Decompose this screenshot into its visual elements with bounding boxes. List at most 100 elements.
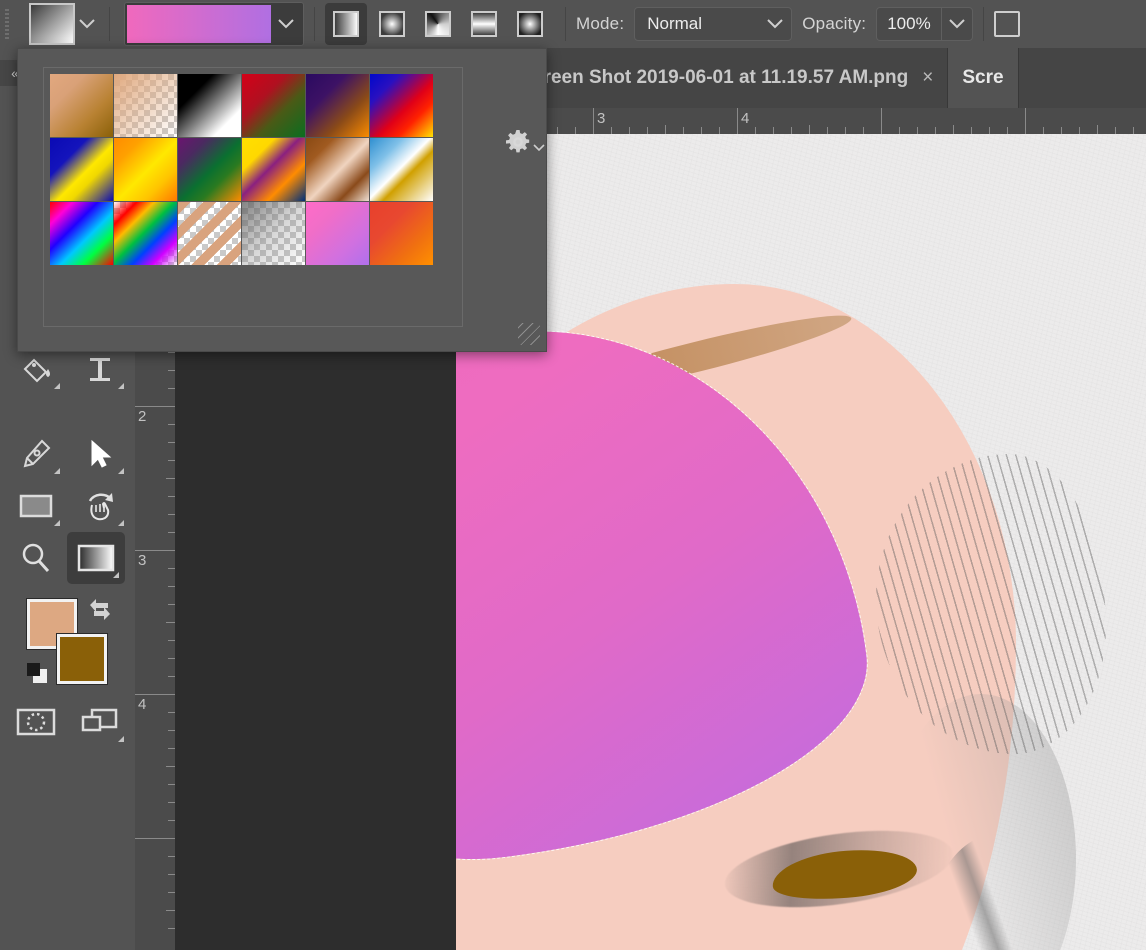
- blend-mode-select[interactable]: Normal: [634, 7, 792, 41]
- ruler-tick: [917, 127, 918, 134]
- gradient-preset-copper[interactable]: [306, 138, 369, 201]
- gear-chevron-icon[interactable]: [533, 143, 545, 155]
- ruler-tick: [168, 748, 175, 749]
- linear-gradient-icon: [333, 11, 359, 37]
- ruler-tick: [168, 370, 175, 371]
- gradient-preset-fill: [370, 202, 433, 265]
- ruler-tick: [168, 352, 175, 353]
- gradient-preset-pink-purple[interactable]: [306, 202, 369, 265]
- opacity-input[interactable]: 100%: [876, 7, 940, 41]
- gradient-preset-transparent-stripes[interactable]: [178, 202, 241, 265]
- gradient-preset-chevron-icon[interactable]: [75, 19, 99, 29]
- ruler-tick: [168, 730, 175, 731]
- opacity-control[interactable]: Opacity: 100%: [802, 7, 972, 41]
- gradient-preset-fill: [50, 202, 113, 265]
- ruler-tick: [168, 604, 175, 605]
- ruler-tick: [1007, 127, 1008, 134]
- gradient-preset-red-green[interactable]: [242, 74, 305, 137]
- gradient-preset-list[interactable]: [43, 67, 463, 327]
- artboard[interactable]: [456, 134, 1146, 950]
- panel-resize-grip[interactable]: [518, 323, 540, 345]
- ruler-tick: [863, 127, 864, 134]
- quick-mask-button[interactable]: [6, 696, 66, 748]
- ruler-tick: [168, 514, 175, 515]
- ruler-tick: [168, 658, 175, 659]
- gradient-preset-yellow-violet-orange-blue[interactable]: [242, 138, 305, 201]
- type-tool-icon: [85, 354, 115, 384]
- doc-tab-1-close-icon[interactable]: ×: [922, 67, 933, 89]
- arrow-cursor-icon: [85, 438, 115, 470]
- ruler-tick: [719, 127, 720, 134]
- ruler-tick: [168, 802, 175, 803]
- mode-label: Mode:: [576, 14, 624, 34]
- reflected-gradient-icon: [471, 11, 497, 37]
- diamond-gradient-button[interactable]: [509, 3, 551, 45]
- ruler-tick: [683, 127, 684, 134]
- gradient-preset-fill: [178, 202, 241, 265]
- gradient-preview-swatch[interactable]: [127, 5, 271, 43]
- ruler-tick: [168, 496, 175, 497]
- ruler-tick: [593, 108, 594, 134]
- reflected-gradient-button[interactable]: [463, 3, 505, 45]
- ruler-tick: [1079, 127, 1080, 134]
- gradient-preset-grid: [50, 74, 432, 265]
- ruler-tick: [665, 125, 666, 134]
- gradient-preset-foreground-to-background[interactable]: [50, 74, 113, 137]
- rotate-view-tool[interactable]: [70, 480, 130, 532]
- gradient-preset-chrome[interactable]: [370, 138, 433, 201]
- ruler-tick: [809, 125, 810, 134]
- gradient-preset-foreground-to-transparent[interactable]: [114, 74, 177, 137]
- gradient-picker-panel[interactable]: [17, 48, 547, 352]
- gradient-preview-control[interactable]: [124, 2, 304, 46]
- gradient-tool[interactable]: [67, 532, 125, 584]
- gradient-preset-fill: [242, 74, 305, 137]
- gradient-preset-spectrum[interactable]: [50, 202, 113, 265]
- gradient-preset-violet-green-orange[interactable]: [178, 138, 241, 201]
- gradient-preset-red-orange[interactable]: [370, 202, 433, 265]
- gear-icon[interactable]: [505, 129, 531, 160]
- ruler-tick: [166, 622, 175, 623]
- gradient-preview-chevron-icon[interactable]: [271, 5, 301, 43]
- gradient-preset-violet-orange[interactable]: [306, 74, 369, 137]
- ruler-tick: [168, 388, 175, 389]
- ruler-tick: [773, 127, 774, 134]
- paint-bucket-icon: [19, 352, 53, 386]
- gradient-preset-blue-red-yellow[interactable]: [370, 74, 433, 137]
- doc-tab-2[interactable]: Scre: [948, 48, 1018, 108]
- gradient-swatch-icon[interactable]: [29, 3, 75, 45]
- zoom-tool[interactable]: [6, 532, 66, 584]
- gradient-preset-orange-yellow-orange[interactable]: [114, 138, 177, 201]
- rectangle-tool[interactable]: [6, 480, 66, 532]
- tool-expand-triangle: [54, 383, 60, 389]
- default-colors-icon[interactable]: [25, 660, 51, 686]
- rectangle-icon: [18, 492, 54, 520]
- ruler-tick: [791, 127, 792, 134]
- gradient-preset-neutral-density[interactable]: [242, 202, 305, 265]
- swap-colors-icon[interactable]: [86, 596, 114, 627]
- reverse-checkbox[interactable]: [994, 11, 1020, 37]
- background-color-swatch[interactable]: [57, 634, 107, 684]
- angle-gradient-button[interactable]: [417, 3, 459, 45]
- ruler-tick: [935, 127, 936, 134]
- tool-expand-triangle: [54, 468, 60, 474]
- ruler-tick: [701, 127, 702, 134]
- pen-tool[interactable]: [6, 428, 66, 480]
- ruler-label-v: 2: [138, 408, 146, 425]
- gradient-preset-transparent-rainbow[interactable]: [114, 202, 177, 265]
- gradient-type-group: [325, 3, 555, 45]
- ruler-tick: [1043, 127, 1044, 134]
- path-selection-tool[interactable]: [70, 428, 130, 480]
- options-bar-grip[interactable]: [3, 9, 11, 39]
- radial-gradient-button[interactable]: [371, 3, 413, 45]
- ruler-tick: [737, 108, 738, 134]
- ruler-tick: [971, 127, 972, 134]
- linear-gradient-button[interactable]: [325, 3, 367, 45]
- ruler-tick: [168, 874, 175, 875]
- tool-expand-triangle: [118, 468, 124, 474]
- opacity-chevron-icon[interactable]: [941, 7, 973, 41]
- gradient-preset-black-white[interactable]: [178, 74, 241, 137]
- gradient-preset-blue-yellow-blue[interactable]: [50, 138, 113, 201]
- tool-expand-triangle: [113, 572, 119, 578]
- ruler-tick: [166, 910, 175, 911]
- screen-mode-button[interactable]: [70, 696, 130, 748]
